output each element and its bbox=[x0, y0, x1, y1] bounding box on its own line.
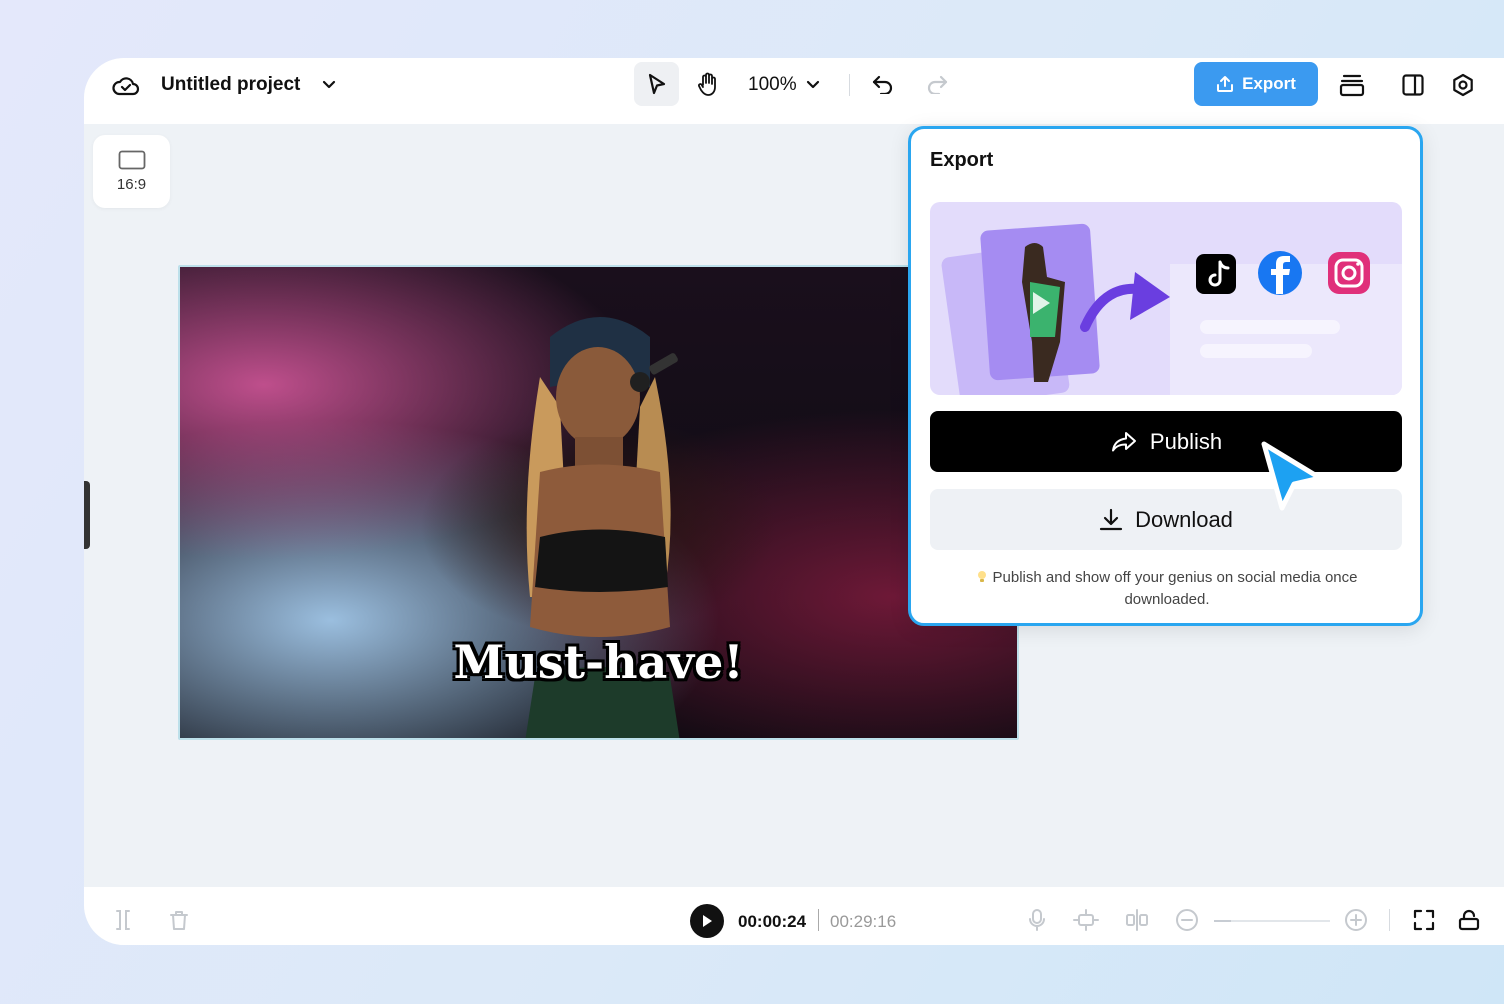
mouse-cursor-icon bbox=[1261, 441, 1323, 511]
export-button[interactable]: Export bbox=[1194, 62, 1318, 106]
aspect-frame-icon bbox=[118, 150, 145, 170]
publish-button-label: Publish bbox=[1149, 428, 1223, 454]
panel-layout-icon[interactable] bbox=[1398, 70, 1428, 100]
layers-icon[interactable] bbox=[1337, 70, 1367, 100]
chevron-down-icon[interactable] bbox=[318, 72, 340, 98]
redo-icon[interactable] bbox=[923, 70, 951, 98]
top-toolbar: Untitled project 100% Export bbox=[84, 58, 1504, 124]
share-icon bbox=[1111, 431, 1136, 451]
lightbulb-icon bbox=[977, 569, 987, 583]
zoom-out-icon[interactable] bbox=[1172, 905, 1202, 935]
select-tool-button[interactable] bbox=[634, 62, 679, 106]
undo-icon[interactable] bbox=[869, 70, 897, 98]
time-divider bbox=[818, 909, 819, 931]
current-time: 00:00:24 bbox=[738, 912, 807, 931]
side-panel-handle[interactable] bbox=[84, 481, 90, 549]
download-icon bbox=[1099, 508, 1123, 530]
zoom-in-icon[interactable] bbox=[1341, 905, 1371, 935]
hand-tool-button[interactable] bbox=[688, 62, 728, 106]
instagram-icon bbox=[1328, 252, 1370, 294]
download-button[interactable]: Download bbox=[930, 489, 1402, 550]
export-hint-text: Publish and show off your genius on soci… bbox=[992, 569, 1358, 608]
total-time: 00:29:16 bbox=[830, 912, 897, 931]
video-preview[interactable]: Must-have! bbox=[178, 265, 1019, 740]
delete-icon[interactable] bbox=[164, 905, 194, 935]
playback-bar: 00:00:24 00:29:16 bbox=[84, 887, 1504, 945]
export-hint: Publish and show off your genius on soci… bbox=[951, 567, 1383, 611]
export-panel: Export Publish Download Publish and show… bbox=[908, 126, 1423, 626]
publish-button[interactable]: Publish bbox=[930, 411, 1402, 472]
zoom-level[interactable]: 100% bbox=[748, 72, 797, 98]
timeline-zoom-fill bbox=[1214, 920, 1232, 922]
export-panel-title: Export bbox=[930, 149, 994, 171]
split-icon[interactable] bbox=[108, 905, 138, 935]
export-button-label: Export bbox=[1242, 74, 1296, 93]
toolbar-divider bbox=[849, 74, 850, 96]
pointer-icon bbox=[648, 73, 665, 95]
settings-icon[interactable] bbox=[1448, 70, 1478, 100]
download-button-label: Download bbox=[1135, 506, 1233, 532]
play-button[interactable] bbox=[690, 904, 724, 938]
hand-icon bbox=[698, 72, 716, 96]
project-title[interactable]: Untitled project bbox=[161, 72, 300, 98]
bottom-divider bbox=[1389, 909, 1390, 931]
microphone-icon[interactable] bbox=[1022, 905, 1052, 935]
fullscreen-icon[interactable] bbox=[1409, 905, 1439, 935]
lock-icon[interactable] bbox=[1454, 905, 1484, 935]
export-illustration bbox=[930, 202, 1402, 395]
auto-fit-icon[interactable] bbox=[1071, 905, 1101, 935]
timeline-zoom-slider[interactable] bbox=[1214, 920, 1330, 922]
aspect-ratio-label: 16:9 bbox=[116, 176, 147, 193]
video-caption: Must-have! bbox=[453, 635, 744, 689]
align-center-icon[interactable] bbox=[1122, 905, 1152, 935]
aspect-ratio-button[interactable]: 16:9 bbox=[93, 135, 170, 208]
play-icon bbox=[703, 915, 712, 927]
cloud-saved-icon[interactable] bbox=[110, 71, 142, 101]
zoom-chevron-down-icon[interactable] bbox=[804, 72, 822, 98]
upload-icon bbox=[1217, 76, 1234, 92]
